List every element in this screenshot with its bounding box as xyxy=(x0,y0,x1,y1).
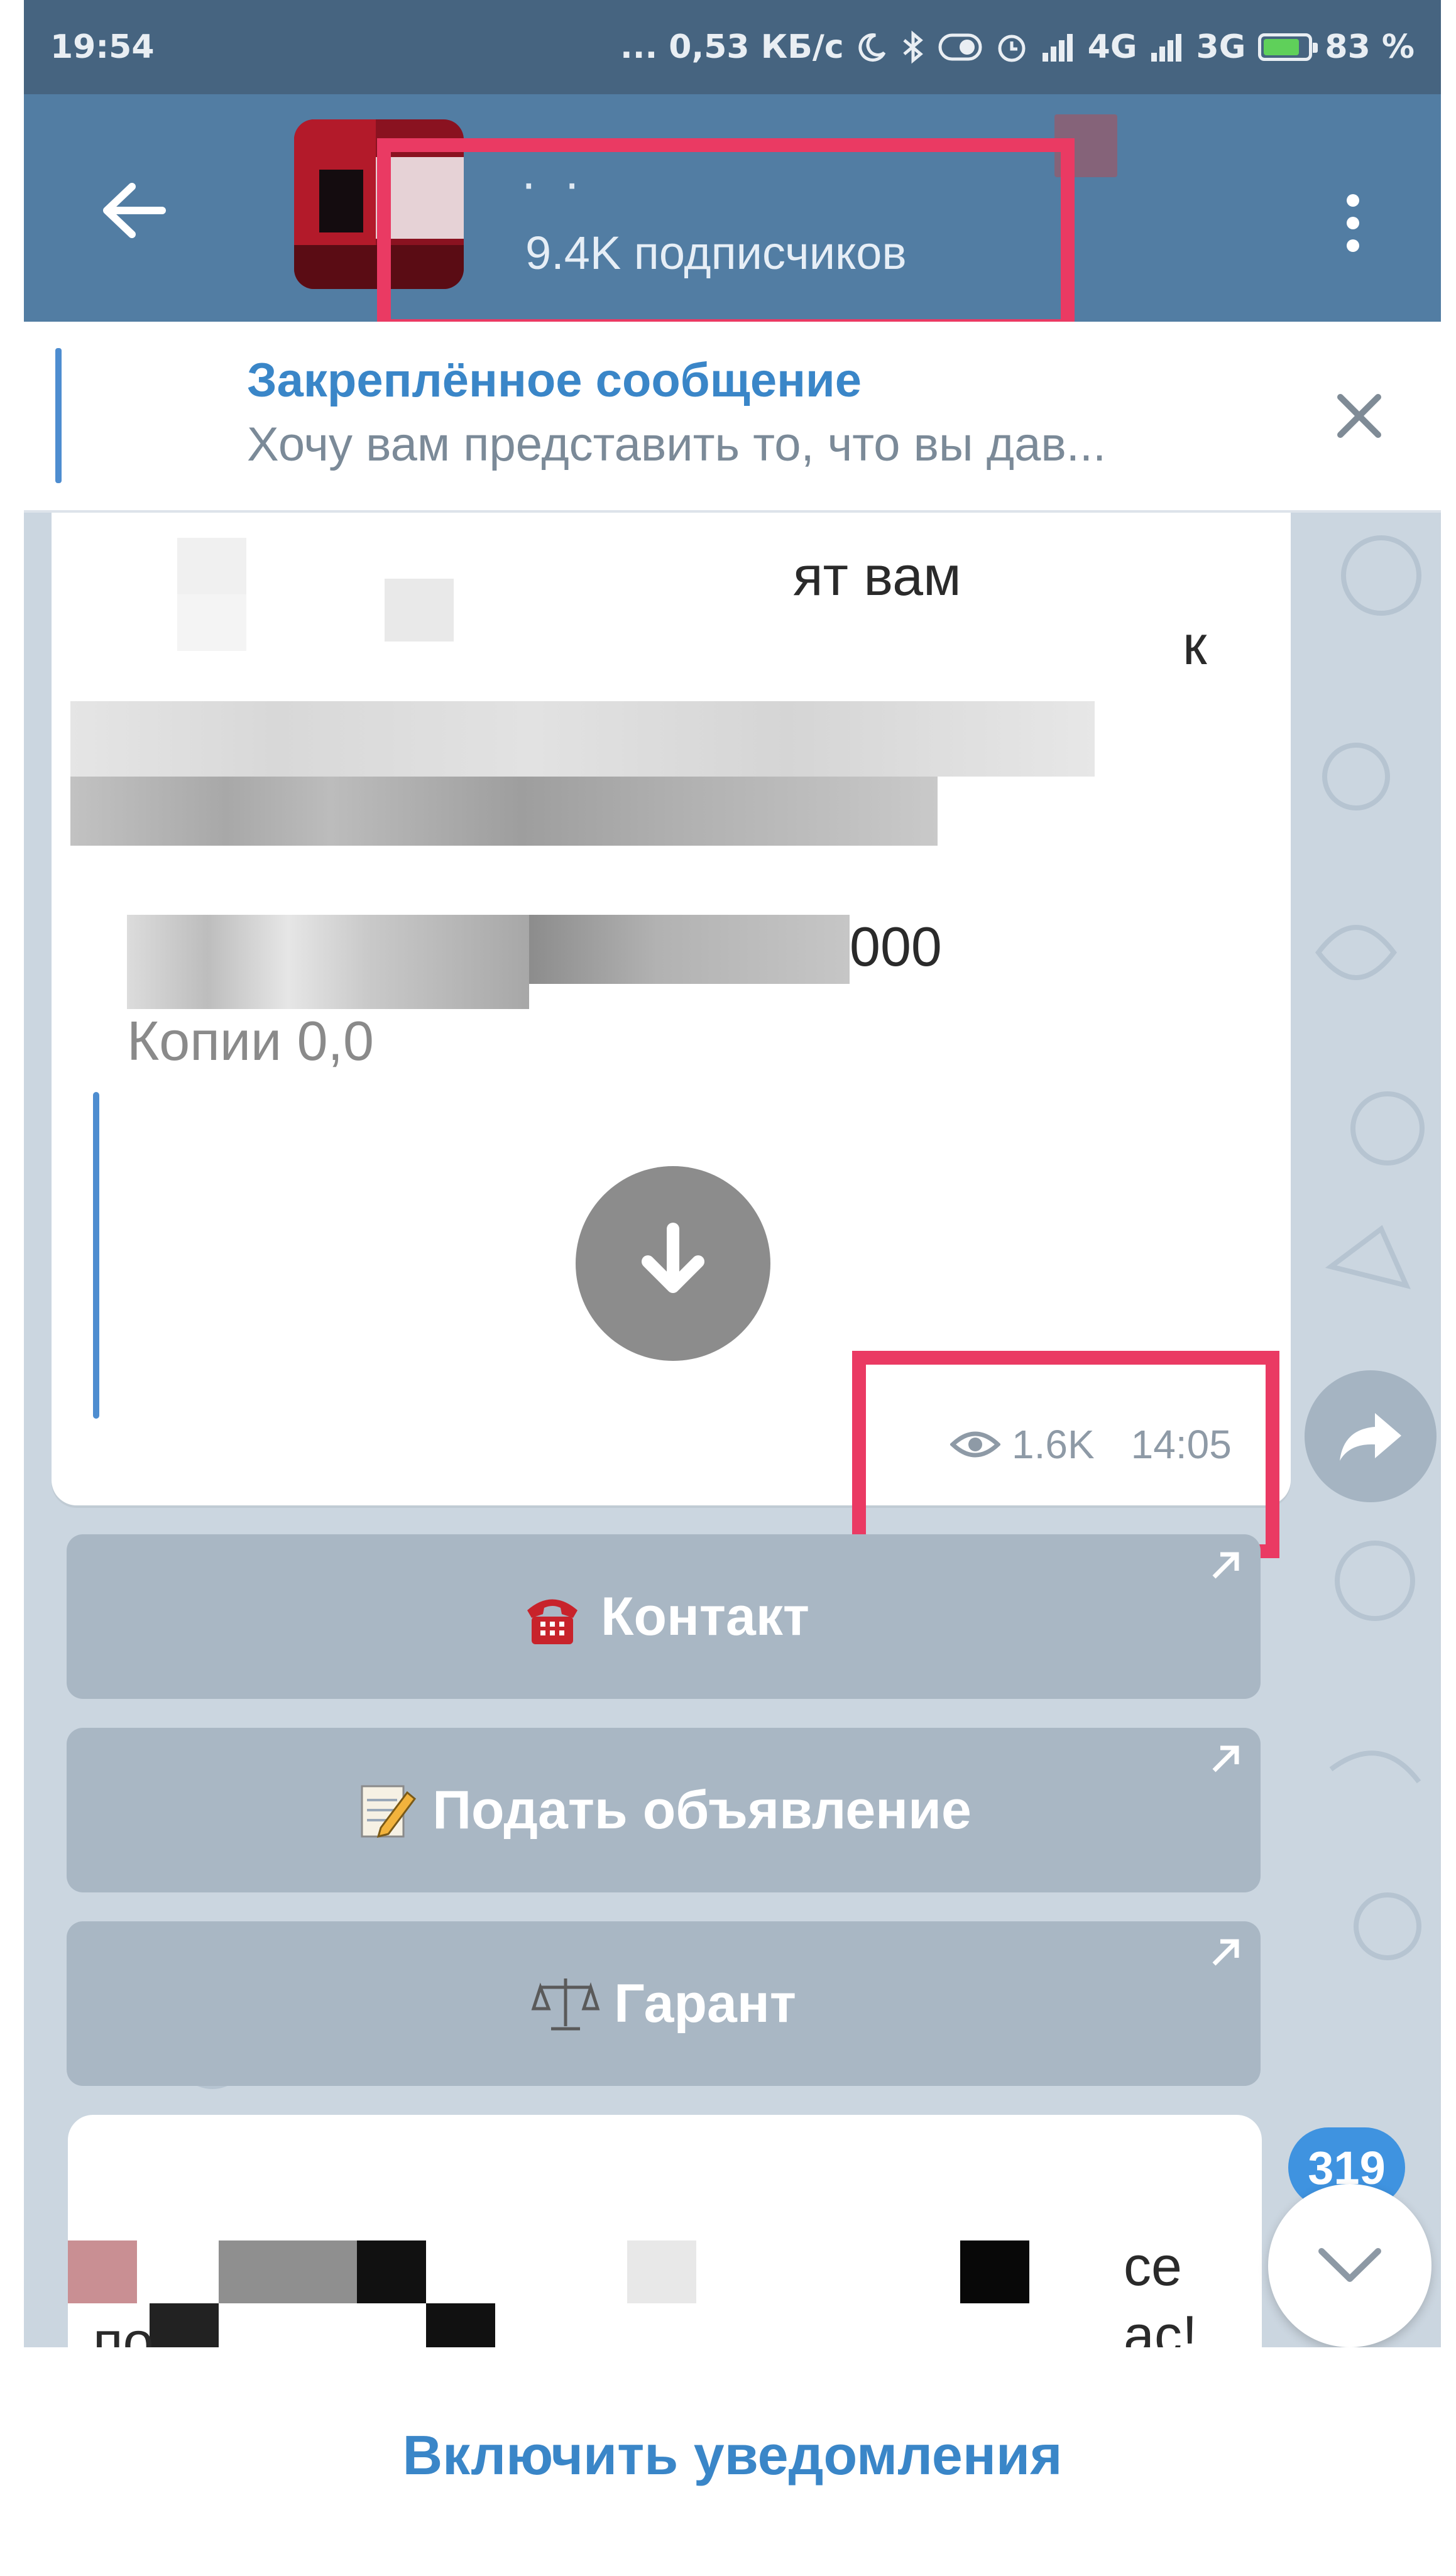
battery-fill xyxy=(1264,39,1299,55)
network-speed: ... 0,53 КБ/с xyxy=(620,28,844,66)
censored-mosaic xyxy=(127,915,529,1009)
pinned-preview: Хочу вам представить то, что вы дав... xyxy=(247,418,1107,471)
censored-mosaic xyxy=(70,701,1095,777)
signal-icon xyxy=(1042,34,1073,62)
alarm-icon xyxy=(998,35,1026,62)
bluetooth-icon xyxy=(903,30,923,64)
guarantor-button[interactable]: Гарант xyxy=(67,1921,1261,2086)
message-text-fragment: 000 xyxy=(850,915,942,978)
more-options-button[interactable] xyxy=(1328,176,1378,270)
message-text-fragment: се xyxy=(1124,2235,1182,2297)
censored-mosaic xyxy=(68,2240,137,2303)
censored-mosaic xyxy=(627,2240,696,2303)
battery-icon xyxy=(1258,33,1318,61)
download-arrow-icon xyxy=(642,1223,704,1293)
censored-mosaic xyxy=(357,2240,426,2303)
censored-mosaic xyxy=(385,579,454,641)
enable-notifications-button[interactable]: Включить уведомления xyxy=(403,2423,1063,2487)
post-ad-button[interactable]: Подать объявление xyxy=(67,1728,1261,1892)
chat-area[interactable]: ят вам к 000 Копии 0,0 1.6K 14:05 Контак… xyxy=(24,513,1441,2347)
censored-mosaic xyxy=(219,2240,357,2303)
share-arrow-icon xyxy=(1340,1413,1401,1461)
screenshot-border-left xyxy=(0,0,24,2576)
pinned-title: Закреплённое сообщение xyxy=(247,354,862,407)
censored-mosaic xyxy=(150,2303,219,2347)
status-bar: 19:54 ... 0,53 КБ/с 4G 3G 83 % xyxy=(24,0,1441,94)
external-link-icon xyxy=(1212,1745,1239,1772)
message-text-fragment: по xyxy=(93,2310,154,2347)
views-time-highlight-box xyxy=(852,1351,1279,1558)
telephone-icon xyxy=(518,1585,587,1648)
back-arrow-icon xyxy=(103,183,166,238)
pinned-indicator xyxy=(55,348,62,483)
censored-mosaic xyxy=(70,777,938,846)
post-ad-button-label: Подать объявление xyxy=(432,1779,972,1840)
dot xyxy=(1347,239,1359,252)
attachment-quote-bar xyxy=(93,1092,99,1419)
screenshot-border-right xyxy=(1441,0,1456,2576)
toggle-icon xyxy=(938,33,982,61)
moon-icon xyxy=(858,33,885,62)
download-button[interactable] xyxy=(576,1166,770,1361)
scroll-down-button[interactable] xyxy=(1268,2184,1431,2347)
censored-mosaic xyxy=(960,2240,1029,2303)
memo-icon xyxy=(356,1779,419,1842)
contact-button[interactable]: Контакт xyxy=(67,1534,1261,1699)
signal-label-2: 3G xyxy=(1196,28,1246,66)
contact-button-label: Контакт xyxy=(600,1586,810,1647)
scales-icon xyxy=(531,1972,600,2035)
message-text-fragment: к xyxy=(1183,614,1207,676)
censored-mosaic xyxy=(529,915,850,984)
close-icon xyxy=(1337,394,1381,438)
censored-mosaic xyxy=(426,2303,495,2347)
status-indicators: ... 0,53 КБ/с 4G 3G 83 % xyxy=(620,28,1415,66)
forward-button[interactable] xyxy=(1305,1370,1437,1502)
dot xyxy=(1347,217,1359,229)
close-pinned-button[interactable] xyxy=(1322,378,1397,454)
chevron-down-icon xyxy=(1318,2248,1381,2282)
channel-message[interactable]: се по ас! xyxy=(68,2115,1262,2347)
subscriber-highlight-box xyxy=(377,138,1075,333)
censored-mosaic xyxy=(177,594,246,651)
back-button[interactable] xyxy=(87,163,181,258)
external-link-icon xyxy=(1212,1939,1239,1966)
message-text-fragment: Копии 0,0 xyxy=(127,1010,374,1072)
bottom-action-bar: Включить уведомления xyxy=(24,2347,1441,2576)
status-time: 19:54 xyxy=(50,28,155,66)
signal-label-1: 4G xyxy=(1087,28,1137,66)
external-link-icon xyxy=(1212,1552,1239,1579)
censored-mosaic xyxy=(177,538,246,594)
pinned-message-bar[interactable]: Закреплённое сообщение Хочу вам представ… xyxy=(24,322,1441,513)
dot xyxy=(1347,194,1359,207)
message-text-fragment: ас! xyxy=(1124,2304,1198,2347)
guarantor-button-label: Гарант xyxy=(614,1973,796,2034)
battery-percent: 83 % xyxy=(1325,28,1415,66)
signal-icon xyxy=(1151,34,1181,62)
message-text-fragment: ят вам xyxy=(793,545,961,607)
